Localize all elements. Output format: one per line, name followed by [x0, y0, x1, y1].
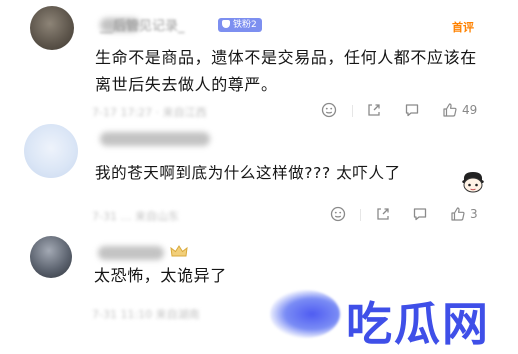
emoji-reaction-button[interactable] [321, 102, 337, 118]
username-blur[interactable] [98, 246, 164, 260]
watermark-text: 吃瓜网 [346, 297, 490, 351]
like-button[interactable]: 3 [450, 206, 478, 222]
emoji-reaction-button[interactable] [330, 206, 346, 222]
watermark: 吃瓜网 [270, 286, 518, 351]
comment-button[interactable] [412, 206, 428, 222]
share-icon [368, 104, 380, 116]
comment-text: 生命不是商品，遗体不是交易品，任何人都不应该在离世后失去做人的尊严。 [95, 48, 477, 94]
comment-icon [405, 104, 419, 117]
comment-button[interactable] [404, 102, 420, 118]
username[interactable]: __后管见记录_ [100, 15, 185, 34]
emoji-reaction-icon [321, 102, 337, 118]
comment-meta: 7-31 11:10 来自湖南 [92, 308, 200, 321]
fan-badge: 铁粉2 [218, 18, 262, 32]
divider [360, 209, 361, 221]
like-icon [451, 207, 465, 221]
avatar[interactable] [24, 124, 78, 178]
crown-icon [170, 245, 188, 257]
comment-icon [413, 208, 427, 221]
divider [352, 105, 353, 117]
avatar[interactable] [30, 236, 72, 278]
avatar[interactable] [30, 6, 74, 50]
watermark-logo-icon [270, 290, 340, 338]
shield-icon [222, 20, 230, 28]
username-blur[interactable] [100, 132, 210, 146]
share-button[interactable] [375, 206, 391, 222]
comment-text: 我的苍天啊到底为什么这样做??? 太吓人了 [95, 164, 401, 182]
like-button[interactable]: 49 [442, 102, 477, 118]
first-comment-tag: 首评 [452, 21, 474, 34]
share-icon [377, 208, 389, 220]
like-icon [443, 103, 457, 117]
like-count: 49 [462, 103, 478, 117]
emoji-reaction-icon [330, 206, 346, 222]
sticker-icon [462, 172, 484, 193]
comment-1: __后管见记录_ 铁粉2 首评 生命不是商品，遗体不是交易品，任何人都不应该在离… [0, 0, 518, 119]
comment-meta: 7-31 … 来自山东 [92, 210, 179, 223]
comment-text: 太恐怖，太诡异了 [94, 266, 227, 285]
comment-2: 我的苍天啊到底为什么这样做??? 太吓人了 7-31 … 来自山东 3 [0, 118, 518, 228]
like-count: 3 [470, 207, 478, 221]
share-button[interactable] [366, 102, 382, 118]
